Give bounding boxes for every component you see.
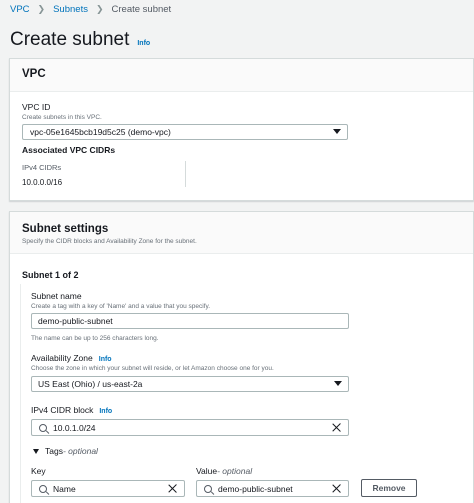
tags-label: Tags: [45, 446, 63, 456]
breadcrumb-subnets[interactable]: Subnets: [53, 4, 88, 15]
tag-value-value: demo-public-subnet: [218, 483, 293, 494]
subnet-settings-header: Subnet settings Specify the CIDR blocks …: [10, 212, 473, 254]
subnet-settings-description: Specify the CIDR blocks and Availability…: [22, 238, 197, 245]
search-icon: [39, 423, 47, 432]
remove-tag-button[interactable]: Remove: [361, 479, 417, 497]
availability-zone-selected-value: US East (Ohio) / us-east-2a: [38, 379, 143, 389]
subnet-settings-panel: Subnet settings Specify the CIDR blocks …: [9, 211, 474, 503]
clear-icon[interactable]: [168, 484, 177, 493]
vpc-id-select[interactable]: vpc-05e1645bcb19d5c25 (demo-vpc): [22, 124, 348, 140]
caret-down-icon: [334, 381, 342, 386]
subnet-settings-title: Subnet settings: [22, 223, 109, 235]
tags-optional: - optional: [62, 446, 98, 456]
subnet-name-label: Subnet name: [31, 291, 82, 301]
search-icon: [39, 484, 47, 493]
clear-icon[interactable]: [332, 484, 341, 493]
tag-key-label: Key: [31, 466, 46, 476]
availability-zone-select[interactable]: US East (Ohio) / us-east-2a: [31, 376, 349, 392]
breadcrumb-current: Create subnet: [111, 3, 172, 15]
subnet-counter: Subnet 1 of 2: [22, 270, 79, 280]
ipv4-cidr-block-label: IPv4 CIDR block: [31, 405, 94, 415]
breadcrumb: VPC ❯ Subnets ❯ Create subnet: [10, 3, 171, 15]
caret-down-icon: [33, 448, 39, 454]
ipv4-cidr-block-input[interactable]: 10.0.1.0/24: [31, 419, 349, 436]
caret-down-icon: [333, 129, 341, 134]
availability-zone-label: Availability Zone: [31, 353, 93, 363]
ipv4-cidr-value: 10.0.0.0/16: [22, 178, 63, 187]
subnet-name-input[interactable]: demo-public-subnet: [31, 313, 349, 329]
vpc-panel: VPC VPC ID Create subnets in this VPC. v…: [9, 58, 474, 201]
vpc-panel-title: VPC: [22, 68, 46, 80]
associated-cidrs-heading: Associated VPC CIDRs: [22, 145, 116, 155]
page-title: Create subnet: [10, 29, 130, 50]
subnet-name-value: demo-public-subnet: [38, 316, 113, 326]
cidr-column-divider: [185, 161, 186, 187]
breadcrumb-vpc[interactable]: VPC: [10, 4, 30, 15]
page-info-link[interactable]: Info: [137, 40, 150, 47]
vpc-id-label: VPC ID: [22, 102, 51, 112]
tag-value-optional: - optional: [217, 466, 253, 476]
ipv4-cidr-block-info-link[interactable]: Info: [99, 408, 112, 415]
vpc-id-description: Create subnets in this VPC.: [22, 114, 102, 121]
tags-toggle[interactable]: Tags - optional: [33, 446, 98, 456]
clear-icon[interactable]: [332, 423, 341, 432]
availability-zone-description: Choose the zone in which your subnet wil…: [31, 365, 274, 372]
ipv4-cidr-block-value: 10.0.1.0/24: [53, 422, 96, 433]
tag-key-input[interactable]: Name: [31, 480, 185, 497]
tag-key-value: Name: [53, 483, 76, 494]
ipv4-cidrs-label: IPv4 CIDRs: [22, 163, 62, 172]
tag-value-input[interactable]: demo-public-subnet: [196, 480, 349, 497]
search-icon: [204, 484, 212, 493]
subnet-card-divider: [20, 284, 21, 503]
vpc-id-selected-value: vpc-05e1645bcb19d5c25 (demo-vpc): [30, 127, 171, 137]
subnet-name-description: Create a tag with a key of 'Name' and a …: [31, 303, 211, 310]
chevron-right-icon: ❯: [37, 3, 46, 14]
vpc-panel-header: VPC: [10, 59, 473, 92]
availability-zone-info-link[interactable]: Info: [99, 356, 112, 363]
chevron-right-icon: ❯: [95, 3, 104, 14]
tag-value-label-row: Value - optional: [196, 466, 252, 476]
az-label-row: Availability Zone Info: [31, 353, 112, 363]
cidr-label-row: IPv4 CIDR block Info: [31, 405, 112, 415]
remove-tag-label: Remove: [372, 483, 406, 493]
subnet-name-constraint: The name can be up to 256 characters lon…: [31, 335, 159, 342]
tag-value-label: Value: [196, 466, 218, 476]
page-header: Create subnet Info: [10, 29, 150, 51]
